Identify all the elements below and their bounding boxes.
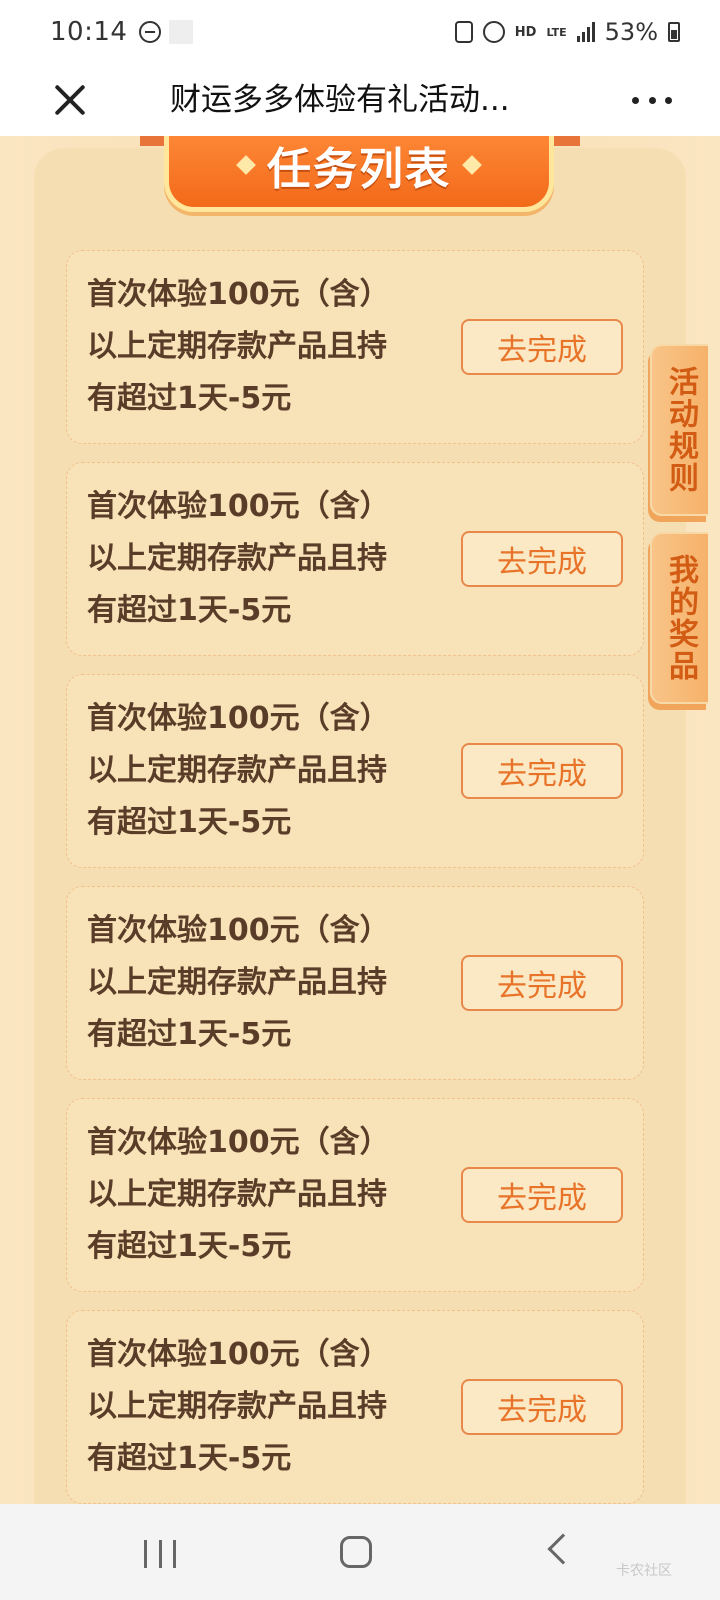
watermark: 卡农社区 [616,1563,672,1579]
task-card: 首次体验100元（含） 以上定期存款产品且持 有超过1天-5元 去完成 [66,1310,644,1504]
content-area[interactable]: 任务列表 首次体验100元（含） 以上定期存款产品且持 有超过1天-5元 去完成… [0,136,720,1504]
activity-rules-tab[interactable]: 活动规则 [650,344,708,516]
task-card: 首次体验100元（含） 以上定期存款产品且持 有超过1天-5元 去完成 [66,674,644,868]
home-icon[interactable] [340,1536,372,1568]
task-description: 首次体验100元（含） 以上定期存款产品且持 有超过1天-5元 [87,1117,427,1273]
task-line: 以上定期存款产品且持 [87,965,387,1000]
my-prizes-tab[interactable]: 我的奖品 [650,532,708,704]
task-line: 首次体验100元（含） [87,277,390,312]
go-complete-button[interactable]: 去完成 [461,1379,623,1435]
lock-icon [454,21,473,43]
task-line: 有超过1天-5元 [87,1017,292,1052]
go-complete-button[interactable]: 去完成 [461,955,623,1011]
task-card: 首次体验100元（含） 以上定期存款产品且持 有超过1天-5元 去完成 [66,250,644,444]
task-description: 首次体验100元（含） 以上定期存款产品且持 有超过1天-5元 [87,693,427,849]
go-complete-button[interactable]: 去完成 [461,1167,623,1223]
task-card: 首次体验100元（含） 以上定期存款产品且持 有超过1天-5元 去完成 [66,1098,644,1292]
lte-label: LTE [546,25,567,39]
task-line: 有超过1天-5元 [87,381,292,416]
battery-icon [668,22,680,42]
hd-label: HD [514,24,537,40]
signal-icon [576,22,595,42]
task-line: 以上定期存款产品且持 [87,541,387,576]
task-line: 首次体验100元（含） [87,1337,390,1372]
section-header: 任务列表 [164,136,554,212]
battery-percent: 53% [604,18,658,46]
task-card: 首次体验100元（含） 以上定期存款产品且持 有超过1天-5元 去完成 [66,886,644,1080]
status-time: 10:14 [50,17,128,47]
my-prizes-label: 我的奖品 [663,554,698,682]
diamond-icon [236,154,256,175]
page-title: 财运多多体验有礼活动... [170,82,510,118]
task-line: 有超过1天-5元 [87,805,292,840]
task-line: 首次体验100元（含） [87,1125,390,1160]
section-title: 任务列表 [267,143,451,195]
task-description: 首次体验100元（含） 以上定期存款产品且持 有超过1天-5元 [87,905,427,1061]
notification-icon [169,20,194,44]
recent-apps-icon[interactable] [144,1540,176,1568]
back-icon[interactable] [547,1533,579,1565]
system-nav-bar: 卡农社区 [0,1504,720,1600]
status-bar: 10:14 HD LTE 53% [0,0,720,64]
diamond-icon [462,154,482,175]
task-line: 以上定期存款产品且持 [87,329,387,364]
go-complete-button[interactable]: 去完成 [461,743,623,799]
task-line: 首次体验100元（含） [87,489,390,524]
nav-bar: 财运多多体验有礼活动... [0,64,720,136]
task-card: 首次体验100元（含） 以上定期存款产品且持 有超过1天-5元 去完成 [66,462,644,656]
task-line: 有超过1天-5元 [87,1441,292,1476]
more-options-icon[interactable] [632,86,672,114]
alarm-icon [482,21,505,43]
status-icons: HD LTE 53% [454,18,680,46]
task-line: 以上定期存款产品且持 [87,1177,387,1212]
go-complete-button[interactable]: 去完成 [461,319,623,375]
task-line: 以上定期存款产品且持 [87,753,387,788]
task-description: 首次体验100元（含） 以上定期存款产品且持 有超过1天-5元 [87,269,427,425]
task-description: 首次体验100元（含） 以上定期存款产品且持 有超过1天-5元 [87,1329,427,1485]
task-line: 首次体验100元（含） [87,913,390,948]
task-line: 以上定期存款产品且持 [87,1389,387,1424]
go-complete-button[interactable]: 去完成 [461,531,623,587]
task-line: 有超过1天-5元 [87,1229,292,1264]
do-not-disturb-icon [139,21,162,43]
task-description: 首次体验100元（含） 以上定期存款产品且持 有超过1天-5元 [87,481,427,637]
activity-rules-label: 活动规则 [663,366,698,494]
close-icon[interactable] [48,78,92,122]
task-line: 首次体验100元（含） [87,701,390,736]
task-line: 有超过1天-5元 [87,593,292,628]
